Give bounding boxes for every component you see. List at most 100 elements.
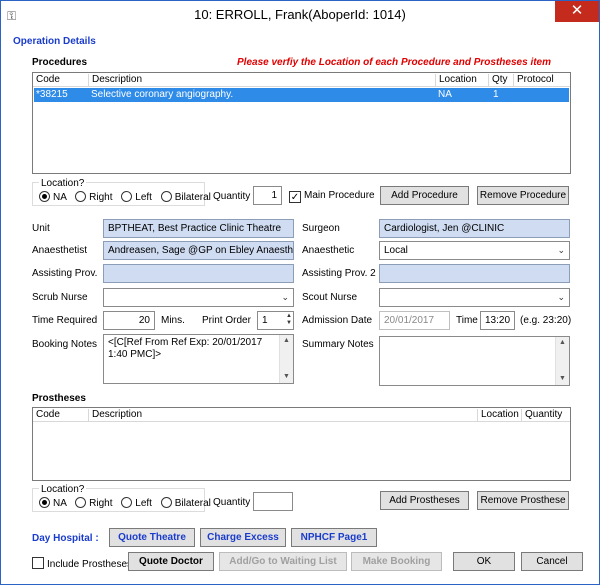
procedure-location-radios: NA Right Left Bilateral bbox=[39, 191, 211, 203]
ok-button[interactable]: OK bbox=[453, 552, 515, 571]
booking-notes-textarea[interactable]: <[C[Ref From Ref Exp: 20/01/2017 1:40 PM… bbox=[103, 334, 294, 384]
radio-indicator bbox=[75, 191, 87, 202]
print-order-label: Print Order bbox=[202, 315, 251, 326]
radio-indicator bbox=[39, 497, 50, 508]
add-prostheses-button[interactable]: Add Prostheses bbox=[380, 491, 469, 510]
scout-nurse-select[interactable]: ⌄ bbox=[379, 288, 570, 307]
anaesthetist-label: Anaesthetist bbox=[32, 245, 88, 256]
print-order-value: 1 bbox=[262, 315, 268, 326]
prostheses-heading: Prostheses bbox=[32, 393, 86, 404]
col-location: Location bbox=[435, 74, 477, 87]
prostheses-grid-header: Code Description Location Quantity bbox=[33, 408, 570, 422]
summary-notes-label: Summary Notes bbox=[302, 339, 374, 350]
scrub-nurse-select[interactable]: ⌄ bbox=[103, 288, 294, 307]
table-row[interactable]: *38215 Selective coronary angiography. N… bbox=[34, 88, 569, 102]
row-location: NA bbox=[438, 89, 452, 100]
admission-date-label: Admission Date bbox=[302, 315, 373, 326]
time-required-label: Time Required bbox=[32, 315, 98, 326]
make-booking-button[interactable]: Make Booking bbox=[351, 552, 442, 571]
quote-theatre-button[interactable]: Quote Theatre bbox=[109, 528, 195, 547]
col-description: Description bbox=[88, 74, 142, 87]
radio-na[interactable]: NA bbox=[39, 497, 67, 509]
check-icon: ✓ bbox=[289, 191, 301, 203]
surgeon-label: Surgeon bbox=[302, 223, 340, 234]
row-qty: 1 bbox=[493, 89, 499, 100]
assisting-label: Assisting Prov. bbox=[32, 268, 98, 279]
booking-notes-value: <[C[Ref From Ref Exp: 20/01/2017 1:40 PM… bbox=[108, 337, 263, 360]
radio-label: NA bbox=[53, 498, 67, 509]
prostheses-grid[interactable]: Code Description Location Quantity bbox=[32, 407, 571, 481]
time-input[interactable]: 13:20 bbox=[480, 311, 515, 330]
prosthese-quantity-input[interactable] bbox=[253, 492, 293, 511]
anaesthetist-field[interactable]: Andreasen, Sage @GP on Ebley Anaesthetis… bbox=[103, 241, 294, 260]
radio-left[interactable]: Left bbox=[121, 497, 152, 509]
summary-notes-textarea[interactable]: ▲ ▼ bbox=[379, 336, 570, 386]
chevron-down-icon: ⌄ bbox=[557, 292, 565, 302]
radio-indicator bbox=[121, 191, 133, 202]
row-code: *38215 bbox=[36, 89, 68, 100]
assisting2-field[interactable] bbox=[379, 264, 570, 283]
add-waiting-list-button[interactable]: Add/Go to Waiting List bbox=[219, 552, 347, 571]
scout-nurse-label: Scout Nurse bbox=[302, 292, 358, 303]
main-procedure-label: Main Procedure bbox=[304, 190, 375, 201]
radio-label: Right bbox=[89, 192, 113, 203]
charge-excess-button[interactable]: Charge Excess bbox=[200, 528, 286, 547]
chevron-down-icon: ⌄ bbox=[557, 245, 565, 255]
radio-right[interactable]: Right bbox=[75, 191, 113, 203]
checkbox-box bbox=[32, 557, 44, 569]
radio-right[interactable]: Right bbox=[75, 497, 113, 509]
nphcf-page1-button[interactable]: NPHCF Page1 bbox=[291, 528, 377, 547]
col-code: Code bbox=[36, 409, 60, 420]
window-title: 10: ERROLL, Frank(AboperId: 1014) bbox=[194, 7, 406, 22]
anaesthetic-label: Anaesthetic bbox=[302, 245, 355, 256]
radio-bilateral[interactable]: Bilateral bbox=[160, 497, 211, 509]
title-bar: ⚿ 10: ERROLL, Frank(AboperId: 1014) ✕ bbox=[1, 1, 599, 29]
anaesthetic-value: Local bbox=[384, 245, 408, 256]
cancel-button[interactable]: Cancel bbox=[521, 552, 583, 571]
procedures-heading: Procedures bbox=[32, 57, 88, 68]
stepper-arrows-icon[interactable]: ▲ ▼ bbox=[286, 313, 292, 327]
remove-prosthese-button[interactable]: Remove Prosthese bbox=[477, 491, 569, 510]
assisting-field[interactable] bbox=[103, 264, 294, 283]
time-hint: (e.g. 23:20) bbox=[520, 315, 572, 326]
procedure-quantity-input[interactable]: 1 bbox=[253, 186, 282, 205]
time-required-input[interactable]: 20 bbox=[103, 311, 155, 330]
col-protocol: Protocol bbox=[513, 74, 554, 87]
radio-indicator bbox=[121, 497, 133, 508]
radio-label: NA bbox=[53, 192, 67, 203]
add-procedure-button[interactable]: Add Procedure bbox=[380, 186, 469, 205]
radio-label: Right bbox=[89, 498, 113, 509]
radio-indicator bbox=[75, 497, 87, 508]
remove-procedure-button[interactable]: Remove Procedure bbox=[477, 186, 569, 205]
quote-doctor-button[interactable]: Quote Doctor bbox=[128, 552, 214, 571]
col-location: Location bbox=[477, 409, 519, 422]
main-procedure-checkbox[interactable]: ✓ Main Procedure bbox=[289, 190, 375, 203]
unit-field[interactable]: BPTHEAT, Best Practice Clinic Theatre bbox=[103, 219, 294, 238]
print-order-stepper[interactable]: 1 ▲ ▼ bbox=[257, 311, 294, 330]
radio-bilateral[interactable]: Bilateral bbox=[160, 191, 211, 203]
col-code: Code bbox=[36, 74, 60, 85]
radio-label: Left bbox=[135, 498, 152, 509]
mins-label: Mins. bbox=[161, 315, 185, 326]
anaesthetic-select[interactable]: Local ⌄ bbox=[379, 241, 570, 260]
booking-notes-scrollbar[interactable]: ▲ ▼ bbox=[279, 335, 293, 383]
include-prostheses-checkbox[interactable]: Include Prostheses bbox=[32, 557, 132, 570]
prosthese-quantity-label: Quantity bbox=[213, 497, 251, 508]
surgeon-field[interactable]: Cardiologist, Jen @CLINIC bbox=[379, 219, 570, 238]
procedures-grid-header: Code Description Location Qty Protocol bbox=[33, 73, 570, 87]
include-prostheses-label: Include Prostheses bbox=[47, 559, 133, 570]
chevron-down-icon: ⌄ bbox=[281, 292, 289, 302]
procedure-quantity-label: Quantity bbox=[213, 191, 251, 202]
operation-dialog: ⚿ 10: ERROLL, Frank(AboperId: 1014) ✕ Op… bbox=[0, 0, 600, 585]
col-quantity: Quantity bbox=[521, 409, 562, 422]
summary-notes-scrollbar[interactable]: ▲ ▼ bbox=[555, 337, 569, 385]
procedures-grid[interactable]: Code Description Location Qty Protocol *… bbox=[32, 72, 571, 174]
radio-left[interactable]: Left bbox=[121, 191, 152, 203]
close-button[interactable]: ✕ bbox=[555, 1, 599, 22]
radio-indicator bbox=[39, 191, 50, 202]
radio-label: Bilateral bbox=[174, 192, 211, 203]
admission-date-input[interactable]: 20/01/2017 bbox=[379, 311, 450, 330]
radio-na[interactable]: NA bbox=[39, 191, 67, 203]
unit-label: Unit bbox=[32, 223, 50, 234]
scrub-nurse-label: Scrub Nurse bbox=[32, 292, 88, 303]
